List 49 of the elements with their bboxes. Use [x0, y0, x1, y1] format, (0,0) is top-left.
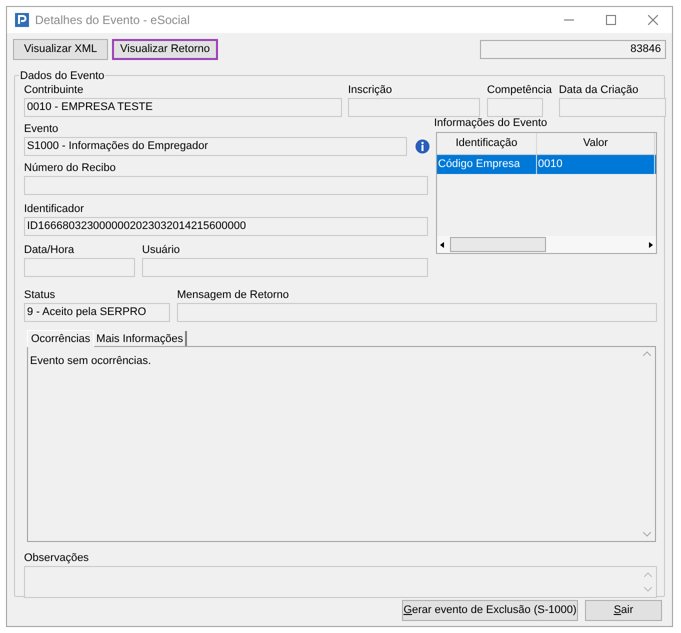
footer-button[interactable]: Sair [585, 600, 662, 621]
window-title: Detalhes do Evento - eSocial [35, 12, 190, 29]
scroll-up-icon[interactable] [644, 572, 652, 577]
field-label: Contribuinte [24, 84, 84, 97]
field-label: Evento [24, 123, 60, 136]
toolbar-button[interactable]: Visualizar XML [13, 38, 108, 60]
field-label: Identificador [24, 203, 85, 216]
text-field[interactable] [348, 98, 480, 117]
scroll-down-icon[interactable] [643, 532, 651, 537]
tab[interactable]: Ocorrências [27, 330, 94, 347]
field-label: Status [24, 289, 56, 302]
scroll-down-icon[interactable] [644, 587, 652, 592]
field-label: Usuário [142, 244, 181, 257]
field-label: Observações [24, 552, 90, 565]
section-title: Informações do Evento [434, 117, 548, 130]
tab[interactable]: Mais Informações [94, 331, 188, 346]
text-field[interactable] [487, 98, 543, 117]
text-field[interactable]: 9 - Aceito pela SERPRO [24, 303, 170, 322]
close-icon[interactable] [648, 15, 658, 25]
text-field[interactable] [558, 98, 666, 117]
text-field[interactable]: 0010 - EMPRESA TESTE [24, 98, 342, 117]
horizontal-scrollbar[interactable] [437, 236, 656, 253]
field-label: Mensagem de Retorno [177, 289, 290, 302]
toolbar-button[interactable]: Visualizar Retorno [112, 38, 218, 60]
column-header[interactable]: Identificação [437, 133, 537, 154]
table-cell: 0010 [537, 155, 655, 174]
info-icon[interactable] [415, 139, 430, 154]
text-field[interactable] [177, 303, 657, 322]
table-row[interactable]: Código Empresa 0010 [437, 155, 656, 174]
field-label: Competência [487, 84, 552, 97]
text-field[interactable]: S1000 - Informações do Empregador [24, 137, 407, 156]
scroll-up-icon[interactable] [643, 351, 651, 356]
column-header[interactable]: Valor [537, 133, 655, 154]
field-label: Data/Hora [24, 244, 76, 257]
field-label: Inscrição [348, 84, 394, 97]
scrollbar-thumb[interactable] [450, 237, 546, 252]
text-field[interactable] [142, 258, 428, 277]
text-field[interactable]: ID1666803230000002023032014215600000 [24, 217, 428, 236]
occurrences-text: Evento sem ocorrências. [29, 354, 152, 369]
observations-field[interactable] [24, 566, 657, 598]
field-label: Número do Recibo [24, 162, 117, 175]
maximize-icon[interactable] [606, 15, 616, 25]
text-field[interactable] [24, 258, 135, 277]
field-label: Data da Criação [558, 84, 640, 97]
record-id-field: 83846 [480, 40, 666, 58]
text-field[interactable] [24, 176, 428, 195]
app-logo-icon [15, 13, 29, 27]
footer-button[interactable]: Gerar evento de Exclusão (S-1000) [402, 600, 578, 621]
table-cell: Código Empresa [437, 155, 537, 174]
